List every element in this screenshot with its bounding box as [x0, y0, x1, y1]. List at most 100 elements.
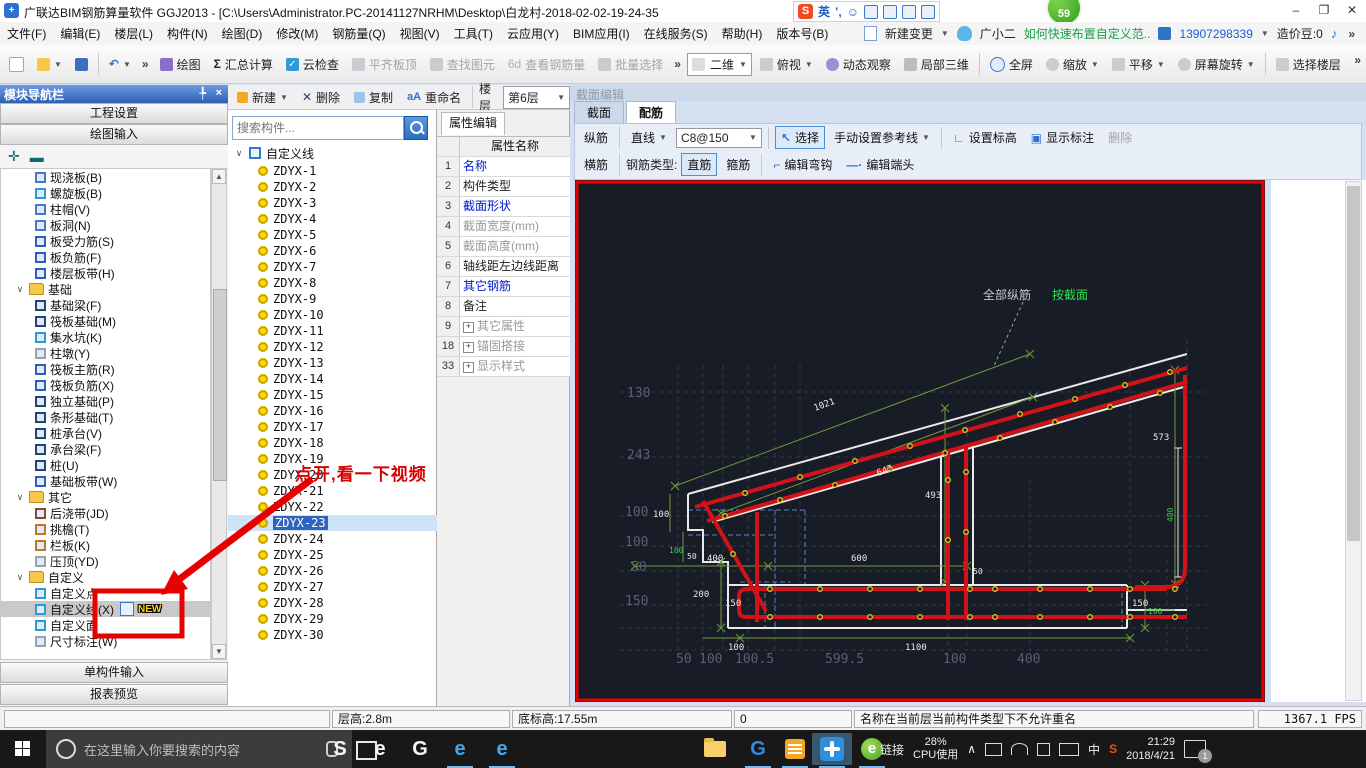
tree-item[interactable]: 基础梁(F) [1, 297, 210, 313]
construct-list-item[interactable]: ZDYX-6 [228, 243, 437, 259]
taskbar-app-edge[interactable]: e [440, 733, 480, 765]
zoom-button[interactable]: 缩放▼ [1041, 53, 1104, 76]
construct-list-item[interactable]: ZDYX-7 [228, 259, 437, 275]
single-component-input-button[interactable]: 单构件输入 [0, 662, 228, 683]
tree-item[interactable]: 基础板带(W) [1, 473, 210, 489]
tree-item[interactable]: 尺寸标注(W) [1, 633, 210, 649]
expand-icon[interactable]: + [463, 342, 474, 353]
taskbar-app-sogou-white[interactable]: S [320, 733, 360, 765]
view-rebar-button[interactable]: 6d查看钢筋量 [503, 53, 590, 76]
construct-list-item[interactable]: ZDYX-24 [228, 531, 437, 547]
cpu-monitor[interactable]: 28%CPU使用 [913, 736, 958, 762]
ime-toolbar[interactable]: S 英 ’, ☺ [793, 1, 940, 22]
edit-hook-button[interactable]: ⌐编辑弯钩 [768, 154, 837, 175]
chevron-down-icon[interactable]: ∨ [234, 148, 244, 159]
tree-item[interactable]: 自定义线(X)NEW [1, 601, 210, 617]
tree-item[interactable]: 柱墩(Y) [1, 345, 210, 361]
construct-list-item[interactable]: ZDYX-2 [228, 179, 437, 195]
tab-rebar[interactable]: 配筋 [626, 101, 676, 125]
tree-item[interactable]: 压顶(YD) [1, 553, 210, 569]
construct-root-row[interactable]: ∨ 自定义线 [228, 144, 443, 162]
menu-item[interactable]: 构件(N) [160, 25, 215, 42]
maximize-button[interactable]: ❐ [1310, 0, 1338, 21]
construct-list-item[interactable]: ZDYX-29 [228, 611, 437, 627]
construct-list-item[interactable]: ZDYX-27 [228, 579, 437, 595]
construct-list-item[interactable]: ZDYX-23 [228, 515, 437, 531]
construct-list-item[interactable]: ZDYX-8 [228, 275, 437, 291]
tab-property-edit[interactable]: 属性编辑 [441, 112, 505, 135]
property-row[interactable]: 4截面宽度(mm) [437, 217, 570, 237]
construct-list-item[interactable]: ZDYX-10 [228, 307, 437, 323]
select-tool-button[interactable]: ↖选择 [775, 126, 825, 149]
rebar-spec-combo[interactable]: C8@150▼ [676, 128, 762, 148]
taskbar-app-glodon[interactable]: G [738, 733, 778, 765]
menu-item[interactable]: 编辑(E) [53, 25, 107, 42]
construct-list-item[interactable]: ZDYX-25 [228, 547, 437, 563]
overflow-chevron[interactable]: » [1351, 53, 1364, 67]
batch-select-button[interactable]: 批量选择 [593, 53, 668, 76]
new-feature-icon[interactable] [120, 602, 134, 616]
menu-item[interactable]: 修改(M) [269, 25, 325, 42]
taskbar-app-ggj[interactable] [812, 733, 852, 765]
construct-list-item[interactable]: ZDYX-22 [228, 499, 437, 515]
sogou-tray-icon[interactable]: S [1109, 742, 1117, 756]
collapse-all-icon[interactable]: ▬ [30, 149, 44, 165]
construct-list-item[interactable]: ZDYX-12 [228, 339, 437, 355]
construct-list-item[interactable]: ZDYX-21 [228, 483, 437, 499]
delete-construct-button[interactable]: ✕删除 [297, 86, 345, 109]
hidden-icons-chevron[interactable]: ∧ [967, 742, 976, 756]
tree-item[interactable]: 螺旋板(B) [1, 185, 210, 201]
canvas-vertical-scrollbar[interactable] [1345, 181, 1362, 701]
emoji-icon[interactable]: ☺ [847, 5, 859, 19]
property-row[interactable]: 18+锚固搭接 [437, 337, 570, 357]
volume-icon[interactable] [1037, 743, 1050, 756]
tree-item[interactable]: 自定义面 [1, 617, 210, 633]
new-file-button[interactable] [4, 54, 29, 75]
construct-list-item[interactable]: ZDYX-3 [228, 195, 437, 211]
show-annotation-button[interactable]: ▣显示标注 [1026, 127, 1099, 148]
ime-punct-icon[interactable]: ’, [835, 5, 842, 19]
menu-item[interactable]: BIM应用(I) [566, 25, 637, 42]
minimize-button[interactable]: – [1282, 0, 1310, 21]
ime-lang-label[interactable]: 英 [818, 3, 830, 20]
close-button[interactable]: ✕ [1338, 0, 1366, 21]
transverse-rebar-button[interactable]: 横筋 [579, 154, 613, 175]
scrollbar-thumb[interactable] [1347, 186, 1360, 541]
delete-rebar-button[interactable]: 删除 [1103, 127, 1137, 148]
menu-item[interactable]: 工具(T) [447, 25, 500, 42]
tree-item[interactable]: 筏板主筋(R) [1, 361, 210, 377]
project-settings-button[interactable]: 工程设置 [0, 103, 228, 124]
straight-rebar-button[interactable]: 直筋 [681, 153, 717, 176]
top-view-button[interactable]: 俯视▼ [755, 53, 818, 76]
taskbar-clock[interactable]: 21:292018/4/21 [1126, 735, 1175, 763]
action-center-icon[interactable]: 1 [1184, 740, 1206, 758]
taskbar-app-notes[interactable] [775, 733, 815, 765]
scroll-up-icon[interactable]: ▲ [212, 169, 226, 184]
keyboard-icon[interactable] [883, 5, 897, 19]
construct-list-item[interactable]: ZDYX-16 [228, 403, 437, 419]
tree-item[interactable]: 筏板负筋(X) [1, 377, 210, 393]
section-cad-canvas[interactable]: 全部纵筋按截面1302431001005015050100100.5599.51… [575, 180, 1265, 702]
menu-item[interactable]: 版本号(B) [769, 25, 835, 42]
tree-item[interactable]: 楼层板带(H) [1, 265, 210, 281]
construct-list-item[interactable]: ZDYX-30 [228, 627, 437, 643]
ime-mode-indicator[interactable]: 中 [1088, 741, 1100, 758]
tree-item[interactable]: 条形基础(T) [1, 409, 210, 425]
construct-list-item[interactable]: ZDYX-28 [228, 595, 437, 611]
full-screen-button[interactable]: 全屏 [985, 53, 1038, 76]
new-change-button[interactable]: 新建变更 [885, 25, 933, 42]
local-3d-button[interactable]: 局部三维 [899, 53, 974, 76]
line-type-dropdown[interactable]: 直线▼ [626, 127, 672, 148]
cloud-check-button[interactable]: ✓云检查 [281, 53, 344, 76]
battery-icon[interactable] [985, 743, 1002, 756]
tree-item[interactable]: 现浇板(B) [1, 169, 210, 185]
taskbar-app-ie-yellow[interactable]: e [482, 733, 522, 765]
construct-list-item[interactable]: ZDYX-17 [228, 419, 437, 435]
expand-all-icon[interactable]: ✛ [8, 148, 20, 165]
tree-item[interactable]: 筏板基础(M) [1, 313, 210, 329]
chevron-down-icon[interactable]: ∨ [15, 492, 25, 503]
orbit-button[interactable]: 动态观察 [821, 53, 896, 76]
rename-construct-button[interactable]: aA重命名 [402, 86, 466, 109]
property-row[interactable]: 6轴线距左边线距离 [437, 257, 570, 277]
tree-item[interactable]: 挑檐(T) [1, 521, 210, 537]
